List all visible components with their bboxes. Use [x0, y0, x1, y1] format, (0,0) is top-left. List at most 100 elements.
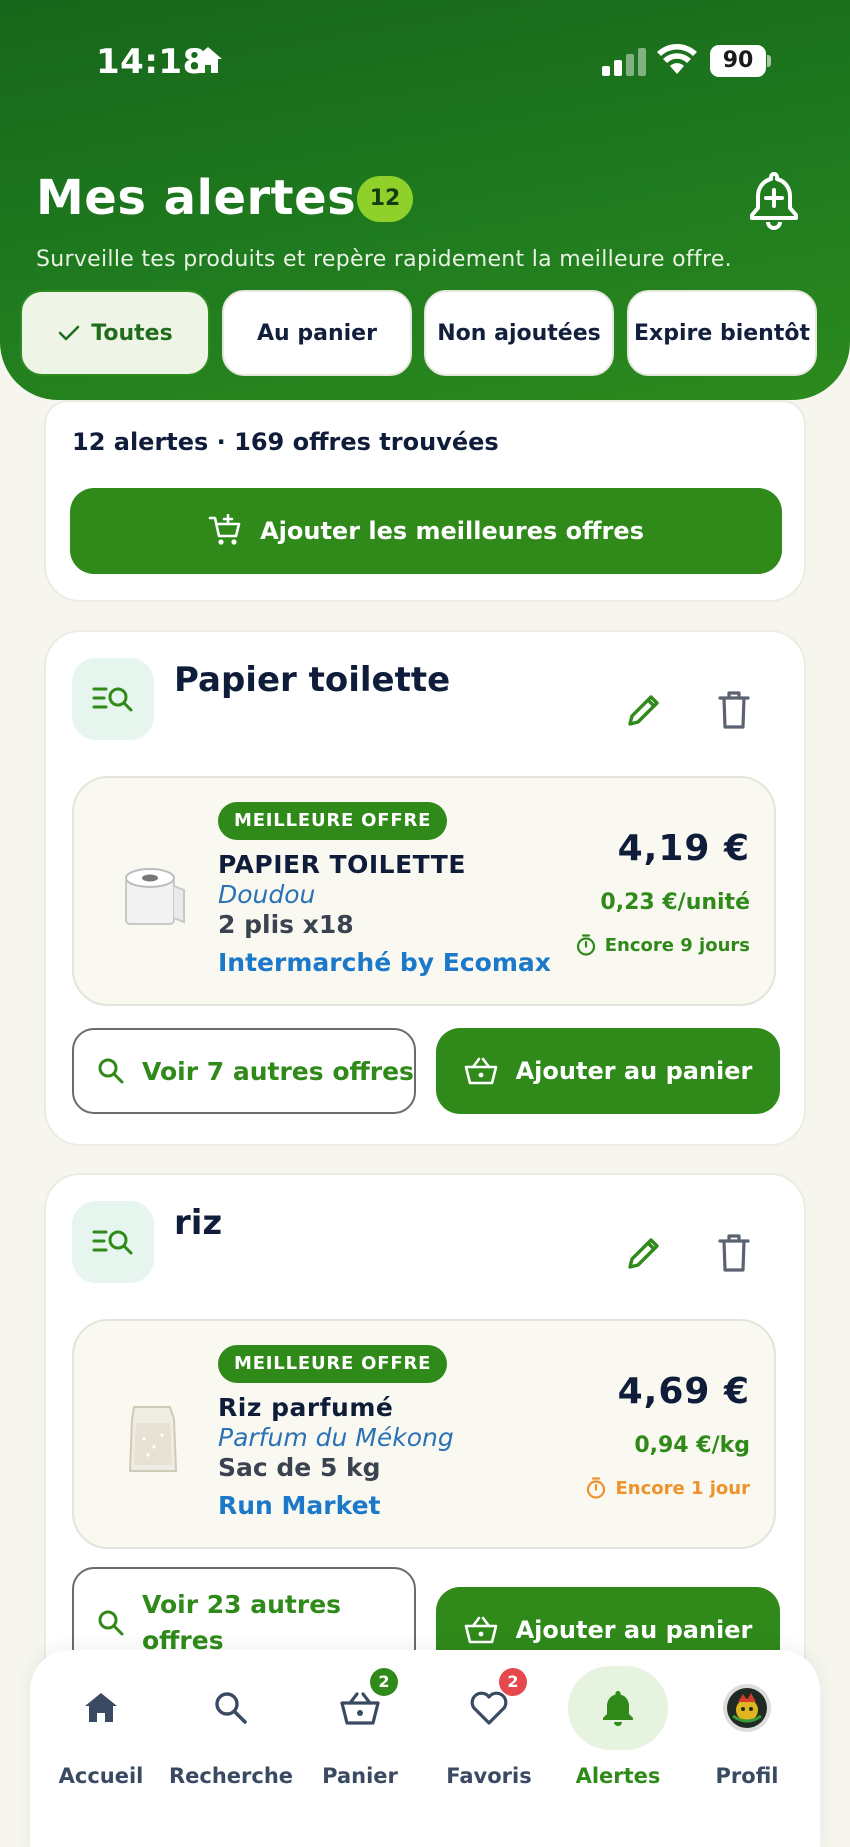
- add-to-cart-label: Ajouter au panier: [515, 1057, 753, 1085]
- cart-count-badge: 2: [370, 1668, 398, 1696]
- tab-panier[interactable]: 2 Panier: [295, 1666, 425, 1806]
- edit-alert-button[interactable]: [616, 682, 672, 738]
- offer-unit-price: 0,94 €/kg: [634, 1433, 750, 1458]
- search-icon: [215, 1692, 247, 1724]
- tab-accueil[interactable]: Accueil: [36, 1666, 166, 1806]
- tab-label: Accueil: [58, 1764, 144, 1788]
- tab-icon-wrap: [568, 1666, 668, 1750]
- basket-icon: [340, 1692, 380, 1725]
- add-alert-button[interactable]: [742, 168, 806, 232]
- summary-text: 12 alertes · 169 offres trouvées: [72, 428, 499, 456]
- offer-size: 2 plis x18: [218, 910, 354, 939]
- tab-icon-wrap: [697, 1666, 797, 1750]
- alert-card: Papier toilette MEILLEURE OFFRE PAPIER T…: [44, 630, 806, 1146]
- offer-product-name: Riz parfumé: [218, 1393, 394, 1422]
- more-offers-button[interactable]: Voir 7 autres offres: [72, 1028, 416, 1114]
- edit-alert-button[interactable]: [616, 1225, 672, 1281]
- more-offers-label: Voir 7 autres offres: [142, 1056, 414, 1086]
- page-title: Mes alertes: [36, 170, 357, 226]
- offer-expiry: Encore 9 jours: [575, 934, 750, 956]
- filter-chip-au-panier[interactable]: Au panier: [222, 290, 412, 376]
- more-offers-label: Voir 23 autres offres: [142, 1590, 342, 1655]
- tab-label: Alertes: [575, 1764, 661, 1788]
- offer-price: 4,69 €: [617, 1371, 750, 1412]
- offer-brand: Parfum du Mékong: [218, 1423, 454, 1452]
- home-icon: [85, 1693, 117, 1722]
- tab-favoris[interactable]: 2 Favoris: [424, 1666, 554, 1806]
- best-offer-badge: MEILLEURE OFFRE: [218, 802, 448, 840]
- tab-icon-wrap: 2: [439, 1666, 539, 1750]
- summary-card: 12 alertes · 169 offres trouvées Ajouter…: [44, 400, 806, 602]
- filter-chip-label: Non ajoutées: [437, 320, 601, 346]
- favorites-count-badge: 2: [499, 1668, 527, 1696]
- add-best-offers-button[interactable]: Ajouter les meilleures offres: [70, 488, 782, 574]
- best-offer-box[interactable]: MEILLEURE OFFRE Riz parfumé Parfum du Mé…: [72, 1319, 776, 1549]
- list-search-icon: [92, 687, 133, 712]
- offer-store[interactable]: Run Market: [218, 1491, 381, 1520]
- timer-icon: [576, 934, 595, 956]
- offer-store[interactable]: Intermarché by Ecomax: [218, 948, 551, 977]
- alert-icon-box: [72, 658, 154, 740]
- wifi-icon: [656, 44, 698, 80]
- status-time: 14:18: [96, 42, 207, 82]
- offer-expiry: Encore 1 jour: [585, 1477, 750, 1499]
- pencil-icon: [628, 695, 659, 726]
- heart-icon: [470, 1691, 508, 1725]
- tab-icon-wrap: [51, 1666, 151, 1750]
- bell-plus-icon: [750, 172, 798, 230]
- tab-recherche[interactable]: Recherche: [166, 1666, 296, 1806]
- offer-price: 4,19 €: [617, 828, 750, 869]
- best-offer-badge: MEILLEURE OFFRE: [218, 1345, 448, 1383]
- alert-card: riz MEILLEURE OFFRE Riz parfumé Parfum d…: [44, 1173, 806, 1733]
- add-best-offers-label: Ajouter les meilleures offres: [260, 517, 644, 545]
- offer-unit-price: 0,23 €/unité: [600, 890, 750, 915]
- tab-label: Profil: [715, 1764, 779, 1788]
- tab-label: Favoris: [446, 1764, 532, 1788]
- filter-chip-label: Expire bientôt: [634, 320, 810, 346]
- avatar: [723, 1684, 771, 1732]
- bell-icon: [603, 1691, 633, 1726]
- offer-expiry-text: Encore 1 jour: [615, 1477, 750, 1499]
- list-search-icon: [92, 1230, 133, 1255]
- offer-size: Sac de 5 kg: [218, 1453, 381, 1482]
- offer-product-name: PAPIER TOILETTE: [218, 850, 466, 879]
- tab-profil[interactable]: Profil: [682, 1666, 812, 1806]
- trash-icon: [718, 1234, 750, 1272]
- search-icon: [98, 1610, 124, 1636]
- add-to-cart-button[interactable]: Ajouter au panier: [436, 1028, 780, 1114]
- delete-alert-button[interactable]: [706, 1225, 762, 1281]
- page-subtitle: Surveille tes produits et repère rapidem…: [36, 247, 732, 272]
- alert-count-badge: 12: [357, 176, 413, 222]
- cart-plus-icon: [208, 514, 241, 545]
- filter-chip-non-ajoutees[interactable]: Non ajoutées: [424, 290, 614, 376]
- product-image: [114, 856, 194, 936]
- home-status-icon: [192, 44, 224, 80]
- product-image: [114, 1399, 194, 1479]
- delete-alert-button[interactable]: [706, 682, 762, 738]
- pencil-icon: [628, 1238, 659, 1269]
- filter-chip-label: Au panier: [257, 320, 377, 346]
- add-to-cart-label: Ajouter au panier: [515, 1616, 753, 1644]
- search-icon: [98, 1058, 124, 1084]
- tab-alertes[interactable]: Alertes: [553, 1666, 683, 1806]
- filter-chip-label: Toutes: [91, 320, 173, 346]
- alert-title: Papier toilette: [174, 660, 451, 700]
- tab-label: Recherche: [168, 1764, 294, 1788]
- alert-icon-box: [72, 1201, 154, 1283]
- trash-icon: [718, 691, 750, 729]
- tab-icon-wrap: [181, 1666, 281, 1750]
- best-offer-box[interactable]: MEILLEURE OFFRE PAPIER TOILETTE Doudou 2…: [72, 776, 776, 1006]
- tab-icon-wrap: 2: [310, 1666, 410, 1750]
- battery-tip: [767, 55, 771, 67]
- signal-icon: [602, 48, 646, 80]
- tab-label: Panier: [322, 1764, 398, 1788]
- offer-expiry-text: Encore 9 jours: [604, 934, 750, 956]
- filter-chip-toutes[interactable]: Toutes: [20, 290, 210, 376]
- filter-chip-expire-bientot[interactable]: Expire bientôt: [627, 290, 817, 376]
- timer-icon: [587, 1477, 606, 1499]
- alert-title: riz: [174, 1203, 223, 1243]
- check-icon: [58, 325, 80, 341]
- bottom-tab-bar: Accueil Recherche 2 Panier 2 Favoris Ale…: [30, 1650, 820, 1847]
- basket-icon: [464, 1616, 497, 1644]
- offer-brand: Doudou: [218, 880, 316, 909]
